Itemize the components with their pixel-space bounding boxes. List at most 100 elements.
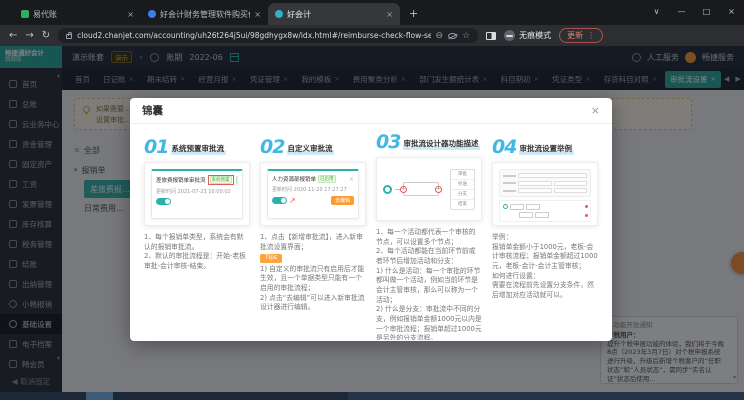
step-1-description: 1、每个报销单类型，系统会有默认的报销审批流。 2、默认的审批流程是：开始-老板… bbox=[144, 233, 250, 272]
highlight-red-box: 系统预置 bbox=[208, 175, 234, 185]
incognito-icon bbox=[504, 30, 515, 41]
desc-line: 1、点击【新增审批流】，进入新审批流设置界面； bbox=[260, 233, 366, 252]
address-bar[interactable]: cloud2.chanjet.com/accounting/uh26t264j5… bbox=[58, 28, 478, 43]
new-tab-button[interactable]: + bbox=[409, 3, 418, 25]
form-label-bar bbox=[503, 182, 516, 184]
mini-card-title: 差旅费报销单审批流 bbox=[156, 176, 206, 184]
step-title: 系统预置审批流 bbox=[171, 143, 226, 155]
forward-icon[interactable]: → bbox=[25, 31, 33, 41]
desc-line: 1) 自定义的审批流只有启用后才能生效，且一个单据类型只能有一个启用的审批流程； bbox=[260, 265, 366, 294]
zoom-out-icon[interactable]: ⊖ bbox=[436, 31, 444, 41]
mini-card-delete-icon: × bbox=[349, 176, 354, 183]
back-icon[interactable]: ← bbox=[9, 31, 17, 41]
split-screen-icon[interactable] bbox=[486, 32, 496, 40]
tab-search-icon[interactable]: ∨ bbox=[644, 0, 669, 25]
step-title: 审批流设置举例 bbox=[519, 143, 574, 155]
mini-flow-card: 差旅费报销单审批流 系统预置 启用 更新时间 2021-07-23 10:00:… bbox=[151, 169, 243, 219]
step-2-description: 1、点击【新增审批流】，进入新审批流设置界面； Tips 1) 自定义的审批流只… bbox=[260, 233, 366, 313]
step-heading: 04 审批流设置举例 bbox=[492, 134, 598, 155]
favicon-yidaizhang bbox=[21, 10, 29, 18]
form-input bbox=[518, 188, 552, 193]
desc-line: 举例： bbox=[492, 233, 598, 243]
desc-line: 2、每个活动都能在当前环节前或者环节后增加活动和分支： bbox=[376, 247, 482, 266]
more-menu-icon[interactable]: ⋮ bbox=[587, 31, 595, 40]
step-4-description: 举例： 报销单金额小于1000元，老板-会计审核流程；报销单金额超过1000元，… bbox=[492, 233, 598, 300]
step-number: 04 bbox=[492, 139, 516, 155]
step-1-screenshot: 差旅费报销单审批流 系统预置 启用 更新时间 2021-07-23 10:00:… bbox=[144, 162, 250, 226]
tab-title: 好会计 bbox=[287, 9, 382, 20]
step-3-description: 1、每一个活动都代表一个审核的节点，可以设置多个节点； 2、每个活动都能在当前环… bbox=[376, 228, 482, 340]
app-window: 畅捷通好会计 旗舰版 演示账套 演示 ∨ 账期 2022-06 人工服务 畅捷服… bbox=[0, 46, 744, 392]
branch-marker-dot bbox=[585, 214, 588, 217]
start-node-icon bbox=[383, 185, 392, 194]
browser-update-button[interactable]: 更新 ⋮ bbox=[559, 28, 603, 43]
tab-title: 易代账 bbox=[33, 9, 123, 20]
eye-off-icon[interactable] bbox=[448, 33, 457, 39]
flow-node bbox=[510, 204, 524, 210]
enable-toggle bbox=[272, 197, 287, 204]
enable-toggle bbox=[156, 198, 171, 205]
browser-toolbar: ← → ↻ cloud2.chanjet.com/accounting/uh26… bbox=[0, 25, 744, 46]
desc-line: 如何进行设置： bbox=[492, 272, 598, 282]
preset-badge: 系统预置 bbox=[210, 176, 232, 184]
reload-icon[interactable]: ↻ bbox=[42, 31, 50, 41]
desc-line: 1) 什么是活动：每一个审批的环节都叫做一个活动，例如当前环节是会计主管审核，那… bbox=[376, 267, 482, 306]
desc-line: 需要在流程前先设置分支条件，然后增加对应活动就可以。 bbox=[492, 281, 598, 300]
mini-flow-card: 人力资源部报销单 已启用 × 更新时间 2020-11-20 17:27:27 … bbox=[267, 169, 359, 219]
browser-tab-yidaizhang[interactable]: 易代账 × bbox=[14, 3, 141, 25]
mini-card-updated-time: 更新时间 2020-11-20 17:27:27 bbox=[272, 186, 354, 193]
desc-line: 报销单金额小于1000元，老板-会计审核流程；报销单金额超过1000元，老板-会… bbox=[492, 243, 598, 272]
tab-close-icon[interactable]: × bbox=[254, 10, 261, 19]
form-label-bar bbox=[503, 175, 516, 177]
favicon-haokuaiji-price bbox=[148, 10, 156, 18]
window-restore-button[interactable]: □ bbox=[694, 0, 719, 25]
step-number: 02 bbox=[260, 139, 284, 155]
flow-node bbox=[526, 204, 540, 210]
branch-example-canvas bbox=[499, 169, 591, 219]
os-taskbar[interactable] bbox=[0, 392, 744, 400]
tab-close-icon[interactable]: × bbox=[127, 10, 134, 19]
form-input bbox=[518, 181, 552, 186]
step-heading: 01 系统预置审批流 bbox=[144, 134, 250, 155]
update-label: 更新 bbox=[567, 30, 583, 41]
edit-button: 去编辑 bbox=[331, 196, 354, 205]
designer-side-panel: 审批 抄送 分支 结束 bbox=[450, 169, 475, 210]
enabled-badge: 启用 bbox=[236, 176, 238, 184]
bookmark-star-icon[interactable]: ☆ bbox=[462, 31, 470, 41]
guide-step-2: 02 自定义审批流 人力资源部报销单 已启用 × 更新时间 2020-11-20… bbox=[260, 134, 366, 336]
favicon-haokuaiji bbox=[275, 10, 283, 18]
tab-close-icon[interactable]: × bbox=[386, 10, 393, 19]
branch-marker-dot bbox=[585, 205, 588, 208]
window-close-button[interactable]: × bbox=[719, 0, 744, 25]
panel-item: 审批 bbox=[451, 170, 474, 180]
modal-header: 锦囊 × bbox=[130, 98, 612, 124]
tips-badge: Tips bbox=[260, 254, 282, 263]
desc-line: 2、默认的审批流程是：开始-老板审批-会计审核-结束。 bbox=[144, 252, 250, 271]
desc-line: 1、每个报销单类型，系统会有默认的报销审批流。 bbox=[144, 233, 250, 252]
browser-tab-haokuaiji-price[interactable]: 好会计财务管理软件购买价格页 × bbox=[141, 3, 268, 25]
browser-tab-haokuaiji-active[interactable]: 好会计 × bbox=[268, 3, 400, 25]
flow-node bbox=[519, 212, 533, 218]
guide-step-3: 03 审批流设计器功能描述 + + 审批 bbox=[376, 134, 482, 336]
desc-line: 2) 什么是分支：审批流中不同的分支，例如报销单金额1000元以内是一个审批流程… bbox=[376, 305, 482, 340]
guide-step-1: 01 系统预置审批流 差旅费报销单审批流 系统预置 启用 更新时间 2021-0… bbox=[144, 134, 250, 336]
flow-designer-canvas: + + 审批 抄送 分支 结束 bbox=[383, 164, 475, 214]
condition-form bbox=[499, 169, 591, 197]
red-pointer-arrow-icon: ↗ bbox=[289, 199, 296, 203]
modal-close-icon[interactable]: × bbox=[591, 104, 600, 117]
mini-card-title: 人力资源部报销单 bbox=[272, 175, 316, 183]
taskbar-active-app-segment[interactable] bbox=[86, 392, 113, 400]
step-4-screenshot bbox=[492, 162, 598, 226]
enabled-badge: 已启用 bbox=[318, 175, 336, 183]
step-2-screenshot: 人力资源部报销单 已启用 × 更新时间 2020-11-20 17:27:27 … bbox=[260, 162, 366, 226]
step-3-screenshot: + + 审批 抄送 分支 结束 bbox=[376, 157, 482, 221]
mini-card-updated-time: 更新时间 2021-07-23 10:00:02 bbox=[156, 188, 238, 195]
window-minimize-button[interactable]: — bbox=[669, 0, 694, 25]
form-label-bar bbox=[503, 190, 516, 192]
panel-item: 分支 bbox=[451, 190, 474, 200]
step-number: 01 bbox=[144, 139, 168, 155]
incognito-label: 无痕模式 bbox=[519, 30, 551, 41]
step-heading: 02 自定义审批流 bbox=[260, 134, 366, 155]
modal-body: 01 系统预置审批流 差旅费报销单审批流 系统预置 启用 更新时间 2021-0… bbox=[130, 124, 612, 340]
url-text[interactable]: cloud2.chanjet.com/accounting/uh26t264j5… bbox=[77, 31, 430, 40]
